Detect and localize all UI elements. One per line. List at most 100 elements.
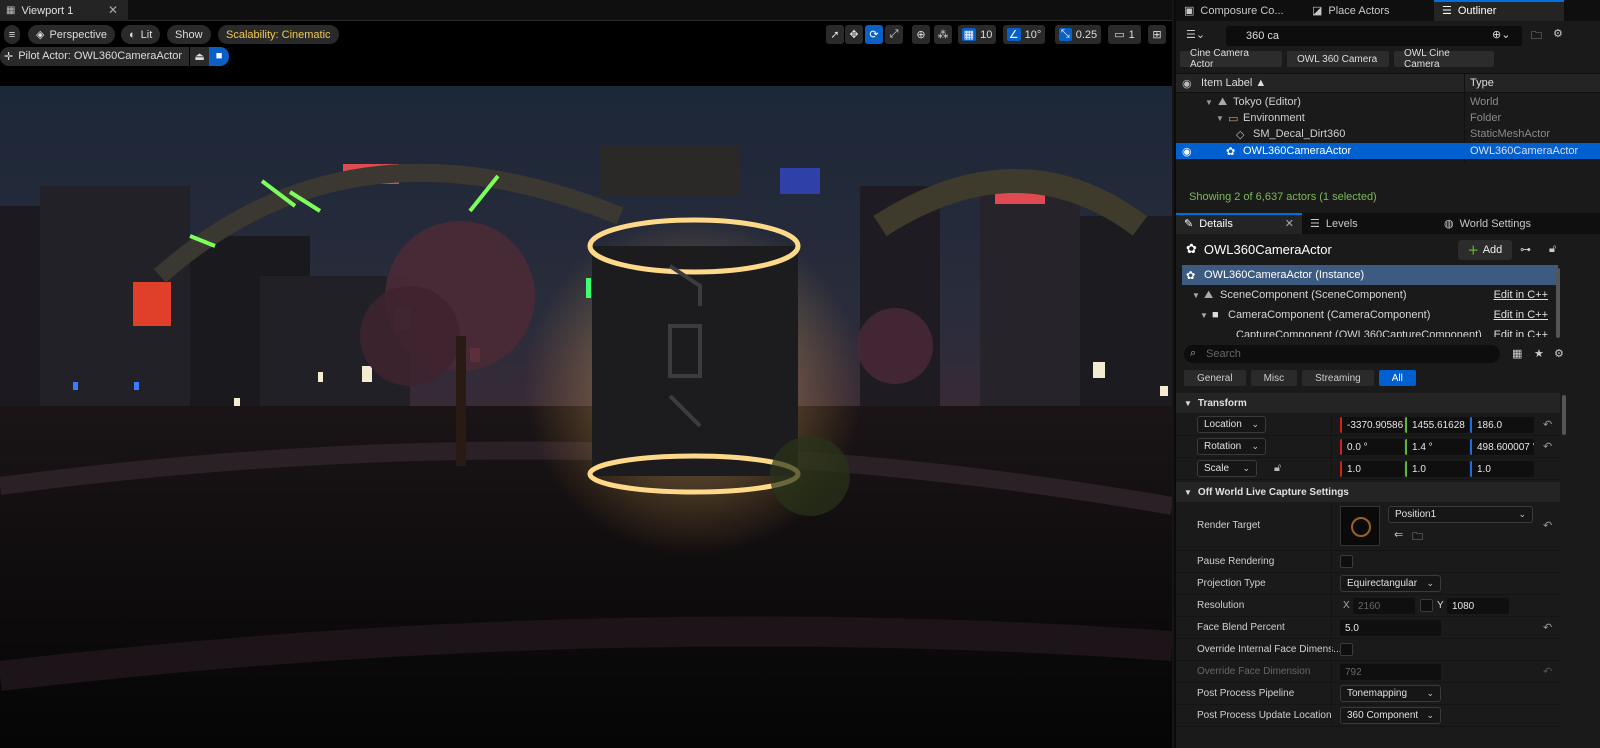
outliner-search-input[interactable]: 360 ca xyxy=(1226,26,1522,46)
outliner-row-static-mesh[interactable]: ◇ SM_Decal_Dirt360 StaticMeshActor xyxy=(1176,126,1600,142)
settings-gear-icon[interactable]: ⚙ xyxy=(1554,347,1564,360)
settings-gear-icon[interactable]: ⚙ xyxy=(1553,27,1563,40)
scale-y-field[interactable]: 1.0 xyxy=(1405,461,1469,477)
scale-dropdown[interactable]: Scale ⌄ xyxy=(1197,460,1257,477)
rotation-snap-button[interactable]: ∠ 10° xyxy=(1003,25,1045,44)
cat-misc[interactable]: Misc xyxy=(1250,370,1298,386)
cat-general[interactable]: General xyxy=(1184,370,1246,386)
chip-owl-360-camera[interactable]: OWL 360 Camera xyxy=(1287,51,1389,67)
rotation-z-field[interactable]: 498.600007 ° xyxy=(1470,439,1534,455)
add-filter-icon[interactable]: ⊕⌄ xyxy=(1492,28,1510,41)
edit-in-cpp-link[interactable]: Edit in C++ xyxy=(1494,289,1548,301)
new-folder-icon[interactable]: 🗀 xyxy=(1531,27,1542,46)
show-button[interactable]: Show xyxy=(167,25,211,44)
col-item-label[interactable]: Item Label ▲ xyxy=(1201,77,1266,89)
layout-icon[interactable]: ⊞ xyxy=(1148,25,1166,44)
chip-owl-cine-camera[interactable]: OWL Cine Camera xyxy=(1394,48,1494,70)
grid-snap-button[interactable]: ▦ 10 xyxy=(958,25,996,44)
render-target-thumbnail[interactable] xyxy=(1340,506,1380,546)
chip-cine-camera-actor[interactable]: Cine Camera Actor xyxy=(1180,48,1282,70)
table-view-icon[interactable]: ▦ xyxy=(1512,347,1522,360)
rotation-x-field[interactable]: 0.0 ° xyxy=(1340,439,1404,455)
surface-snap-icon[interactable]: ⁂ xyxy=(934,25,952,44)
use-selected-arrow-icon[interactable]: ⇐ xyxy=(1394,528,1403,541)
lit-button[interactable]: ◐ Lit xyxy=(121,25,161,44)
eject-icon[interactable]: ⏏ xyxy=(189,46,210,66)
scale-z-field[interactable]: 1.0 xyxy=(1470,461,1534,477)
cat-streaming[interactable]: Streaming xyxy=(1302,370,1374,386)
visibility-eye-icon[interactable]: ◉ xyxy=(1182,77,1192,90)
perspective-button[interactable]: ◈ Perspective xyxy=(28,25,115,44)
tab-place-actors[interactable]: ◪ Place Actors xyxy=(1304,0,1434,21)
location-dropdown[interactable]: Location ⌄ xyxy=(1197,416,1266,433)
transform-section-header[interactable]: ▼ Transform xyxy=(1176,393,1560,413)
res-y-field[interactable]: 1080 xyxy=(1447,598,1509,614)
camera-speed-button[interactable]: ▭ 1 xyxy=(1108,25,1141,44)
component-scrollbar[interactable] xyxy=(1556,268,1560,338)
translate-mode-icon[interactable]: ✥ xyxy=(845,25,863,44)
render-target-dropdown[interactable]: Position1 ⌄ xyxy=(1388,506,1533,523)
scale-snap-button[interactable]: ⤡ 0.25 xyxy=(1055,25,1101,44)
viewport-render[interactable] xyxy=(0,86,1172,748)
rotation-dropdown[interactable]: Rotation ⌄ xyxy=(1197,438,1266,455)
lock-icon[interactable]: 🔓︎ xyxy=(1549,243,1556,256)
cat-all[interactable]: All xyxy=(1378,370,1416,386)
reset-arrow-icon[interactable]: ↶ xyxy=(1543,519,1552,532)
projection-type-dropdown[interactable]: Equirectangular ⌄ xyxy=(1340,575,1441,592)
col-type[interactable]: Type xyxy=(1470,77,1494,89)
collapse-arrow-icon[interactable]: ▼ xyxy=(1192,291,1200,300)
visibility-eye-icon[interactable]: ◉ xyxy=(1182,145,1192,158)
camera-icon[interactable]: ■ xyxy=(209,46,230,66)
hamburger-menu-icon[interactable]: ≡ xyxy=(4,25,20,44)
reset-arrow-icon[interactable]: ↶ xyxy=(1543,418,1552,431)
component-row-camera[interactable]: ▼ ■ CameraComponent (CameraComponent) Ed… xyxy=(1182,305,1558,325)
pp-update-dropdown[interactable]: 360 Component ⌄ xyxy=(1340,707,1441,724)
override-internal-checkbox[interactable] xyxy=(1340,643,1353,656)
edit-in-cpp-link[interactable]: Edit in C++ xyxy=(1494,329,1548,337)
edit-in-cpp-link[interactable]: Edit in C++ xyxy=(1494,309,1548,321)
blueprint-icon[interactable]: ⊶ xyxy=(1520,243,1531,256)
details-search-input[interactable]: ⌕ Search xyxy=(1184,345,1500,363)
world-local-icon[interactable]: ⊕ xyxy=(912,25,930,44)
face-blend-field[interactable]: 5.0 xyxy=(1340,620,1441,636)
add-component-button[interactable]: ＋ Add xyxy=(1458,240,1512,260)
details-scrollbar[interactable] xyxy=(1562,395,1566,435)
owl-capture-section-header[interactable]: ▼ Off World Live Capture Settings xyxy=(1176,482,1560,502)
rotate-mode-icon[interactable]: ⟳ xyxy=(865,25,883,44)
close-icon[interactable]: ✕ xyxy=(1285,217,1294,230)
collapse-arrow-icon[interactable]: ▼ xyxy=(1205,98,1213,107)
tab-details[interactable]: ✎ Details ✕ xyxy=(1176,213,1302,234)
location-z-field[interactable]: 186.0 xyxy=(1470,417,1534,433)
tab-composure[interactable]: ▣ Composure Co... xyxy=(1176,0,1304,21)
scale-x-field[interactable]: 1.0 xyxy=(1340,461,1404,477)
rotation-y-field[interactable]: 1.4 ° xyxy=(1405,439,1469,455)
pp-pipeline-dropdown[interactable]: Tonemapping ⌄ xyxy=(1340,685,1441,702)
component-row-capture[interactable]: CaptureComponent (OWL360CaptureComponent… xyxy=(1182,325,1558,337)
location-y-field[interactable]: 1455.61628 xyxy=(1405,417,1469,433)
lock-icon[interactable]: 🔓︎ xyxy=(1274,462,1281,475)
select-mode-icon[interactable]: ➚ xyxy=(826,25,844,44)
scalability-button[interactable]: Scalability: Cinematic xyxy=(218,25,339,44)
collapse-arrow-icon[interactable]: ▼ xyxy=(1216,114,1224,123)
pause-rendering-checkbox[interactable] xyxy=(1340,555,1353,568)
grid-snap-value: 10 xyxy=(980,28,993,41)
filter-icon[interactable]: ☰⌄ xyxy=(1186,28,1205,41)
tab-outliner[interactable]: ☰ Outliner xyxy=(1434,0,1564,21)
tab-levels[interactable]: ☰ Levels xyxy=(1302,213,1436,234)
scale-mode-icon[interactable]: ⤢ xyxy=(885,25,903,44)
location-x-field[interactable]: -3370.90586 xyxy=(1340,417,1404,433)
component-row-scene[interactable]: ▼ ⛰ SceneComponent (SceneComponent) Edit… xyxy=(1182,285,1558,305)
collapse-arrow-icon[interactable]: ▼ xyxy=(1200,311,1208,320)
browse-folder-icon[interactable]: 🗀 xyxy=(1412,528,1423,547)
tab-world-settings[interactable]: ◍ World Settings xyxy=(1436,213,1576,234)
tab-viewport-1[interactable]: ▦ Viewport 1 ✕ xyxy=(0,0,128,21)
outliner-row-world[interactable]: ▼ ⛰ Tokyo (Editor) World xyxy=(1176,94,1600,110)
outliner-row-owl360camera[interactable]: ◉ ✿ OWL360CameraActor OWL360CameraActor xyxy=(1176,143,1600,159)
reset-arrow-icon[interactable]: ↶ xyxy=(1543,440,1552,453)
res-lock-checkbox[interactable] xyxy=(1420,599,1433,612)
reset-arrow-icon[interactable]: ↶ xyxy=(1543,621,1552,634)
outliner-row-folder[interactable]: ▼ ▭ Environment Folder xyxy=(1176,110,1600,126)
close-icon[interactable]: ✕ xyxy=(108,3,118,17)
component-row-instance[interactable]: ✿ OWL360CameraActor (Instance) xyxy=(1182,265,1558,285)
star-icon[interactable]: ★ xyxy=(1534,347,1544,360)
